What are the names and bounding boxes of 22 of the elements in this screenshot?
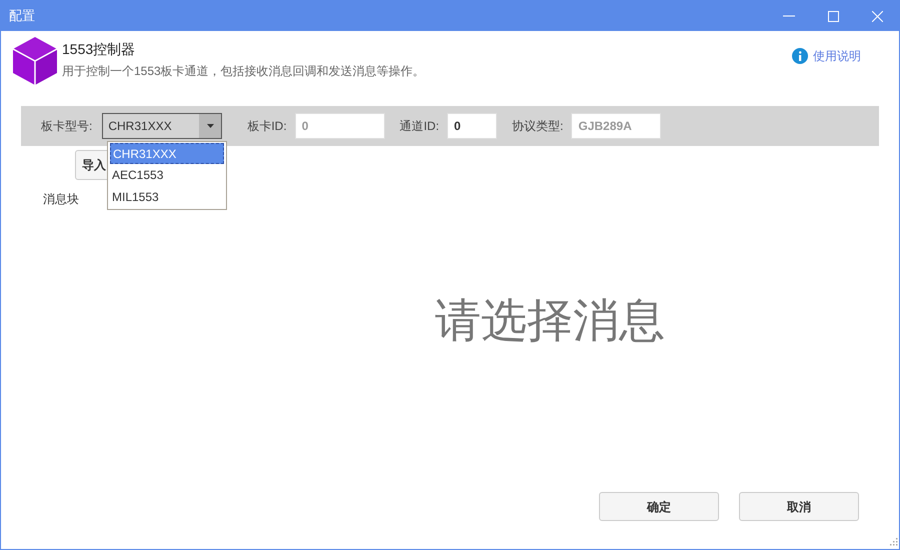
app-description: 用于控制一个1553板卡通道，包括接收消息回调和发送消息等操作。	[62, 63, 426, 80]
resize-grip-icon[interactable]	[888, 538, 898, 548]
field-label: 板卡ID:	[247, 118, 287, 135]
field-label: 通道ID:	[400, 118, 440, 135]
message-block-label: 消息块	[43, 191, 79, 208]
board-type-dropdown[interactable]: CHR31XXX	[102, 113, 222, 139]
dialog-button[interactable]: 确定	[599, 492, 719, 521]
channel-id-field[interactable]: 0	[447, 113, 498, 139]
close-icon[interactable]	[872, 10, 883, 22]
help-link[interactable]: 使用说明	[813, 47, 861, 65]
cube-icon	[13, 37, 57, 85]
dialog-button[interactable]: 取消	[739, 492, 859, 521]
field-label: 协议类型:	[512, 118, 564, 135]
caret-icon	[206, 124, 214, 128]
info-icon	[792, 48, 808, 64]
dropdown-option[interactable]: MIL1553	[110, 186, 224, 208]
placeholder-message: 请选择消息	[435, 293, 665, 348]
window-title: 配置	[9, 7, 36, 26]
field-label: 板卡型号:	[41, 118, 92, 135]
maximize-icon[interactable]	[828, 10, 839, 22]
app-title: 1553控制器	[62, 40, 136, 59]
dropdown-value: CHR31XXX	[107, 118, 173, 135]
